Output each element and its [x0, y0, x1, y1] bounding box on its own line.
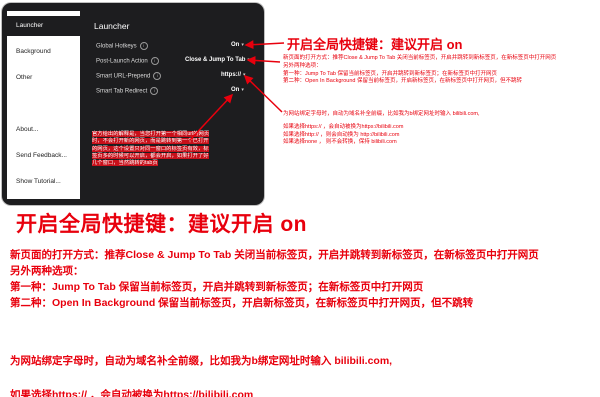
- big-prepend-paragraph: 为网站绑定字母时，自动为域名补全前缀，比如我为b绑定网址时输入 bilibili…: [10, 355, 393, 367]
- info-icon[interactable]: i: [150, 87, 159, 95]
- sidebar-item-launcher[interactable]: Launcher: [7, 16, 80, 36]
- sidebar-item-about[interactable]: About...: [7, 120, 80, 140]
- chevron-down-icon: ▾: [243, 72, 246, 78]
- annotation-line: 第二种：Open In Background 保留当前标签页，开启新标签页，在新…: [283, 78, 522, 85]
- setting-label-text: Smart URL-Prepend: [96, 73, 151, 80]
- annotation-line: 新页面的打开方式：推荐Close & Jump To Tab 关闭当前标签页，开…: [10, 249, 539, 261]
- tab-redirect-note: 官方给出的解释是，当您打开第一个相同url的网页时，不会打开新的网页，而是跳转到…: [92, 131, 212, 167]
- panel-title: Launcher: [94, 21, 130, 31]
- annotation-line: 如果选择none ， 则不会转换，保持 bilibili.com: [283, 139, 397, 146]
- select-value: On: [231, 87, 240, 93]
- sidebar-item-other[interactable]: Other: [7, 68, 80, 88]
- select-value: On: [231, 42, 240, 48]
- select-value: Close & Jump To Tab: [185, 57, 246, 63]
- select-value: https://: [221, 72, 241, 78]
- chevron-down-icon: ▾: [241, 87, 244, 93]
- setting-label-text: Smart Tab Redirect: [96, 88, 148, 95]
- setting-label-smart-url-prepend: Smart URL-Prepend i: [96, 72, 162, 80]
- global-hotkeys-select[interactable]: On ▾: [231, 42, 244, 48]
- setting-label-smart-tab-redirect: Smart Tab Redirect i: [96, 87, 159, 95]
- setting-label-text: Global Hotkeys: [96, 43, 137, 50]
- annotation-line: 新页面的打开方式：推荐Close & Jump To Tab 关闭当前标签页，开…: [283, 55, 557, 61]
- annotation-line: 第二种：Open In Background 保留当前标签页，开启新标签页，在新…: [10, 297, 474, 309]
- annotation-line: 第一种：Jump To Tab 保留当前标签页，开启并跳转到新标签页；在新标签页…: [10, 281, 424, 293]
- screenshot-canvas: Launcher Background Other About... Send …: [0, 0, 600, 397]
- big-post-launch-paragraph: 新页面的打开方式：推荐Close & Jump To Tab 关闭当前标签页，开…: [10, 247, 595, 311]
- smart-tab-redirect-select[interactable]: On ▾: [231, 87, 244, 93]
- sidebar-item-send-feedback[interactable]: Send Feedback...: [7, 146, 80, 166]
- big-hotkeys-heading: 开启全局快捷键：建议开启 on: [16, 213, 307, 236]
- sidebar: Launcher Background Other About... Send …: [7, 11, 80, 199]
- hotkeys-annotation: 开启全局快捷键：建议开启 on: [287, 37, 463, 52]
- setting-label-text: Post-Launch Action: [96, 58, 148, 65]
- annotation-line: 另外两种选项：: [283, 62, 322, 69]
- chevron-down-icon: ▾: [247, 57, 250, 63]
- big-cut-line: 如果选择https:// ，会自动被换为https://bilibili.com: [10, 389, 254, 397]
- annotation-line: 另外两种选项：: [10, 265, 84, 277]
- sidebar-item-show-tutorial[interactable]: Show Tutorial...: [7, 172, 80, 192]
- info-icon[interactable]: i: [150, 57, 159, 65]
- smart-url-prepend-select[interactable]: https://▾: [221, 72, 246, 78]
- prepend-annotation: 为网站绑定字母时，自动为域名补全前缀，比如我为b绑定网址时输入 bilibili…: [283, 111, 593, 147]
- setting-label-post-launch-action: Post-Launch Action i: [96, 57, 159, 65]
- info-icon[interactable]: i: [153, 72, 162, 80]
- annotation-line: 为网站绑定字母时，自动为域名补全前缀，比如我为b绑定网址时输入 bilibili…: [283, 111, 480, 117]
- post-launch-annotation: 新页面的打开方式：推荐Close & Jump To Tab 关闭当前标签页，开…: [283, 55, 593, 86]
- post-launch-action-select[interactable]: Close & Jump To Tab ▾: [185, 57, 250, 63]
- info-icon[interactable]: i: [139, 42, 148, 50]
- chevron-down-icon: ▾: [241, 42, 244, 48]
- annotation-line: 如果选择https:// ，会自动被换为https://bilibili.com: [283, 123, 404, 130]
- tab-redirect-note-text: 官方给出的解释是，当您打开第一个相同url的网页时，不会打开新的网页，而是跳转到…: [92, 131, 210, 167]
- sidebar-item-background[interactable]: Background: [7, 42, 80, 62]
- setting-label-global-hotkeys: Global Hotkeys i: [96, 42, 148, 50]
- launcher-settings-window: Launcher Background Other About... Send …: [2, 3, 264, 205]
